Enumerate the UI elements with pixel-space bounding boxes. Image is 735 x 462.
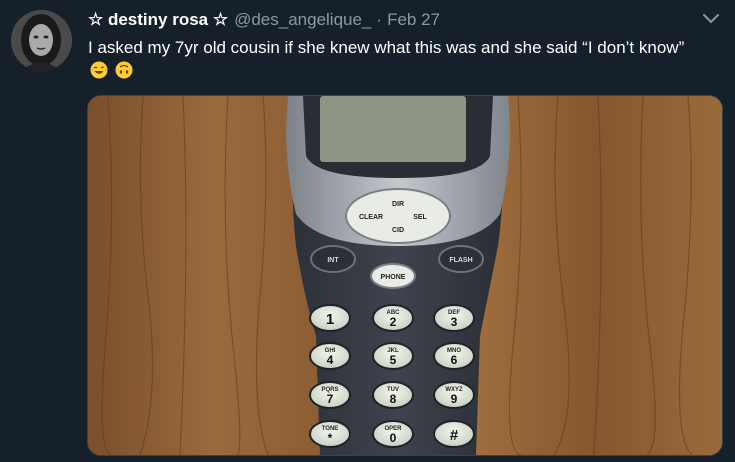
keypad-key: TONE* xyxy=(309,420,351,448)
keypad-key: OPER0 xyxy=(372,420,414,448)
display-name[interactable]: ☆ destiny rosa ☆ xyxy=(88,10,228,30)
avatar-image xyxy=(11,10,72,71)
keypad-key: JKL5 xyxy=(372,342,414,370)
keypad-key: ABC2 xyxy=(372,304,414,332)
tweet-date[interactable]: Feb 27 xyxy=(387,10,440,30)
keypad-key: 1 xyxy=(309,304,351,332)
user-handle[interactable]: @des_angelique_ xyxy=(234,10,371,30)
keypad-key-digit: # xyxy=(450,427,459,444)
upside-down-face-icon xyxy=(115,61,133,79)
separator-dot: · xyxy=(376,10,383,29)
soft-key-flash-label: FLASH xyxy=(449,257,472,264)
avatar[interactable] xyxy=(11,10,72,71)
keypad-key-digit: 6 xyxy=(451,353,458,367)
keypad-key: DEF3 xyxy=(433,304,475,332)
keypad-key-digit: 9 xyxy=(451,392,458,406)
keypad-key-digit: 4 xyxy=(327,353,334,367)
keypad-key-digit: 7 xyxy=(327,392,334,406)
soft-key-int-label: INT xyxy=(327,257,339,264)
phone-key-label: PHONE xyxy=(381,274,406,281)
nav-dir-label: DIR xyxy=(392,201,404,208)
tweet-media-photo[interactable]: DIR CLEAR SEL CID INT FLASH PHONE 1 ABC 2 D… xyxy=(87,95,723,456)
keypad-key: MNO6 xyxy=(433,342,475,370)
keypad-key-digit: 1 xyxy=(326,311,334,328)
keypad-key-digit: 2 xyxy=(390,315,397,329)
keypad-key: # xyxy=(433,420,475,448)
keypad-key-digit: 3 xyxy=(451,315,458,329)
nav-cid-label: CID xyxy=(392,227,404,234)
keypad-key: WXYZ9 xyxy=(433,381,475,409)
keypad-key: TUV8 xyxy=(372,381,414,409)
nav-sel-label: SEL xyxy=(413,214,427,221)
keypad-key: GHI4 xyxy=(309,342,351,370)
face-with-tears-of-joy-icon xyxy=(90,61,108,79)
tweet-text: I asked my 7yr old cousin if she knew wh… xyxy=(88,36,703,82)
nav-clear-label: CLEAR xyxy=(359,214,383,221)
keypad-key-digit: 0 xyxy=(390,431,397,445)
keypad-key-digit: 5 xyxy=(390,353,397,367)
keypad-key-digit: 8 xyxy=(390,392,397,406)
tweet-text-content: I asked my 7yr old cousin if she knew wh… xyxy=(88,38,685,57)
tweet-header: ☆ destiny rosa ☆ @des_angelique_ · Feb 2… xyxy=(88,10,440,30)
phone-photo: DIR CLEAR SEL CID INT FLASH PHONE 1 ABC2 D… xyxy=(88,96,722,455)
keypad-key: PQRS7 xyxy=(309,381,351,409)
chevron-down-icon[interactable] xyxy=(701,12,721,26)
keypad-key-digit: * xyxy=(328,431,333,445)
